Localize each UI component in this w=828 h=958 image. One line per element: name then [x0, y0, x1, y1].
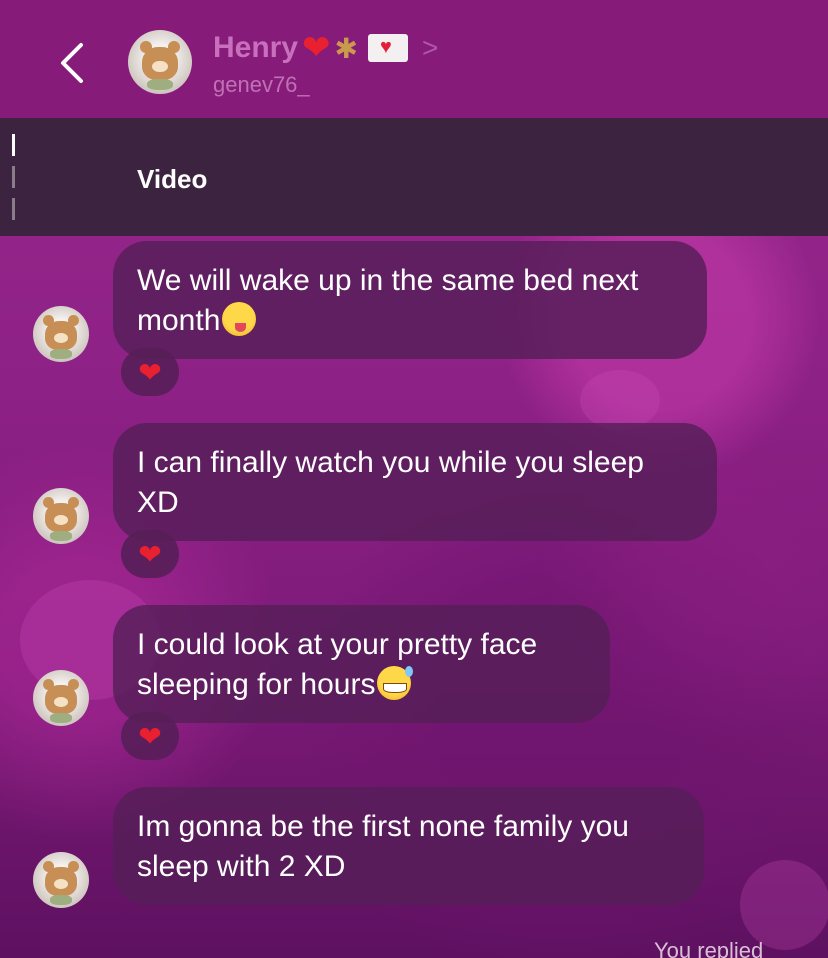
- message-text: I could look at your pretty face sleepin…: [137, 628, 538, 701]
- contact-avatar[interactable]: [128, 30, 192, 94]
- sender-avatar[interactable]: [33, 852, 89, 908]
- chevron-left-icon: [61, 43, 83, 83]
- contact-username: genev76_: [213, 72, 310, 97]
- video-reply-bar[interactable]: [0, 118, 828, 236]
- message-bubble[interactable]: Im gonna be the first none family you sl…: [113, 787, 704, 905]
- sender-avatar[interactable]: [33, 488, 89, 544]
- heart-reaction[interactable]: ❤: [121, 348, 179, 396]
- face-savoring-food-icon: [222, 302, 257, 336]
- ringed-planet-icon: ✱: [334, 31, 359, 65]
- sender-avatar[interactable]: [33, 306, 89, 362]
- heart-reaction[interactable]: ❤: [121, 712, 179, 760]
- you-replied-label: You replied: [654, 938, 764, 958]
- grinning-face-with-sweat-icon: [377, 666, 414, 700]
- sender-avatar[interactable]: [33, 670, 89, 726]
- chat-header: Henry ❤ ✱ > genev76_: [0, 0, 828, 118]
- message-text: We will wake up in the same bed next mon…: [137, 264, 639, 337]
- message-text: I can finally watch you while you sleep …: [137, 446, 644, 519]
- chevron-right-icon: >: [422, 32, 439, 63]
- video-label: Video: [137, 164, 208, 194]
- red-heart-icon: ❤: [302, 28, 331, 68]
- background-heart: [740, 860, 828, 950]
- background-heart: [580, 370, 660, 430]
- back-button[interactable]: [52, 36, 92, 90]
- contact-name-button[interactable]: Henry ❤ ✱ >: [213, 28, 438, 68]
- message-bubble[interactable]: I can finally watch you while you sleep …: [113, 423, 717, 541]
- heart-reaction[interactable]: ❤: [121, 530, 179, 578]
- message-bubble[interactable]: I could look at your pretty face sleepin…: [113, 605, 610, 723]
- message-text: Im gonna be the first none family you sl…: [137, 810, 629, 883]
- message-bubble[interactable]: We will wake up in the same bed next mon…: [113, 241, 707, 359]
- love-letter-icon: [368, 34, 409, 62]
- contact-name: Henry: [213, 31, 299, 64]
